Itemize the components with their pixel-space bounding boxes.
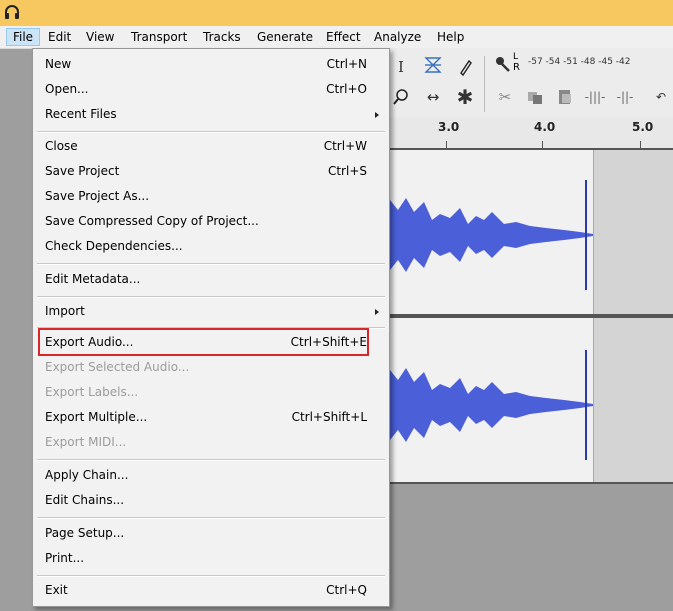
menu-item-save-compressed-copy[interactable]: Save Compressed Copy of Project... (33, 210, 389, 234)
menu-item-label: Import (45, 304, 85, 318)
cut-icon[interactable]: ✂ (494, 86, 516, 108)
menu-separator (37, 263, 385, 265)
zoom-tool-icon[interactable] (390, 86, 412, 108)
menu-item-apply-chain[interactable]: Apply Chain... (33, 464, 389, 488)
menu-item-page-setup[interactable]: Page Setup... (33, 522, 389, 546)
submenu-arrow-icon (375, 309, 379, 315)
menu-item-recent-files[interactable]: Recent Files (33, 103, 389, 127)
time-shift-tool-icon[interactable]: ↔ (422, 86, 444, 108)
menu-item-open[interactable]: Open... Ctrl+O (33, 78, 389, 102)
menu-separator (37, 517, 385, 519)
ruler-tick-label: 3.0 (438, 120, 460, 134)
menu-item-label: Check Dependencies... (45, 239, 183, 253)
menu-effect[interactable]: Effect (326, 29, 361, 45)
recording-meter-scale[interactable]: -57 -54 -51 -48 -45 -42 (528, 57, 631, 67)
menu-item-export-midi[interactable]: Export MIDI... (33, 431, 389, 455)
menu-separator (37, 575, 385, 577)
selection-tool-icon[interactable]: I (390, 56, 412, 78)
menu-item-save-project-as[interactable]: Save Project As... (33, 185, 389, 209)
menu-item-edit-chains[interactable]: Edit Chains... (33, 489, 389, 513)
silence-audio-icon[interactable]: -||- (614, 86, 636, 108)
menu-separator (37, 131, 385, 133)
menu-item-export-selected-audio[interactable]: Export Selected Audio... (33, 356, 389, 380)
envelope-tool-icon[interactable] (422, 54, 444, 76)
menu-transport[interactable]: Transport (131, 29, 187, 45)
menu-item-shortcut: Ctrl+O (326, 82, 367, 96)
menu-item-edit-metadata[interactable]: Edit Metadata... (33, 268, 389, 292)
menu-item-import[interactable]: Import (33, 300, 389, 324)
ruler-tick (640, 141, 641, 148)
menu-item-label: Export MIDI... (45, 435, 127, 449)
audacity-headphones-icon (5, 5, 19, 19)
trim-audio-icon[interactable]: -|||- (584, 86, 606, 108)
menu-item-export-labels[interactable]: Export Labels... (33, 381, 389, 405)
menu-view[interactable]: View (86, 29, 114, 45)
menu-item-shortcut: Ctrl+Shift+L (291, 410, 367, 424)
menu-item-label: Edit Chains... (45, 493, 125, 507)
menu-separator (37, 459, 385, 461)
microphone-icon[interactable] (492, 54, 514, 76)
audio-track-left[interactable] (380, 148, 673, 316)
ruler-tick-label: 4.0 (534, 120, 556, 134)
submenu-arrow-icon (375, 112, 379, 118)
menu-bar: File Edit View Transport Tracks Generate… (0, 26, 673, 49)
paste-icon[interactable] (554, 86, 576, 108)
menu-edit[interactable]: Edit (48, 29, 71, 45)
menu-item-label: New (45, 57, 72, 71)
multi-tool-icon[interactable]: ✱ (454, 86, 476, 108)
timeline-ruler[interactable]: 3.0 4.0 5.0 (380, 118, 673, 149)
ruler-tick (446, 141, 447, 148)
empty-track-area[interactable] (380, 484, 673, 611)
menu-item-label: Export Multiple... (45, 410, 148, 424)
audio-track-right[interactable] (380, 316, 673, 484)
menu-item-label: Exit (45, 583, 68, 597)
menu-item-export-multiple[interactable]: Export Multiple... Ctrl+Shift+L (33, 406, 389, 430)
toolbar-area: I ↔ ✱ L R -57 -54 -51 -48 -45 -42 ✂ -|||… (380, 48, 673, 119)
waveform (380, 350, 593, 460)
menu-item-label: Open... (45, 82, 89, 96)
menu-item-label: Save Project (45, 164, 120, 178)
menu-item-check-dependencies[interactable]: Check Dependencies... (33, 235, 389, 259)
ruler-tick (542, 141, 543, 148)
menu-item-label: Export Labels... (45, 385, 139, 399)
menu-item-shortcut: Ctrl+Q (326, 583, 367, 597)
menu-item-label: Close (45, 139, 78, 153)
menu-item-label: Export Selected Audio... (45, 360, 190, 374)
meter-channel-label: R (513, 62, 520, 73)
menu-item-label: Edit Metadata... (45, 272, 141, 286)
menu-help[interactable]: Help (437, 29, 464, 45)
copy-icon[interactable] (524, 86, 546, 108)
menu-item-label: Apply Chain... (45, 468, 129, 482)
menu-tracks[interactable]: Tracks (203, 29, 241, 45)
waveform (380, 180, 593, 290)
menu-item-print[interactable]: Print... (33, 547, 389, 571)
menu-item-new[interactable]: New Ctrl+N (33, 53, 389, 77)
menu-generate[interactable]: Generate (257, 29, 313, 45)
menu-separator (37, 296, 385, 298)
toolbar-divider (484, 56, 485, 112)
menu-item-label: Print... (45, 551, 85, 565)
file-menu-dropdown: New Ctrl+N Open... Ctrl+O Recent Files C… (32, 48, 390, 607)
menu-item-shortcut: Ctrl+N (326, 57, 367, 71)
menu-item-label: Save Compressed Copy of Project... (45, 214, 259, 228)
export-audio-highlight-box (38, 328, 369, 356)
menu-file[interactable]: File (6, 28, 40, 46)
menu-item-label: Recent Files (45, 107, 117, 121)
title-bar (0, 0, 673, 26)
menu-item-shortcut: Ctrl+W (323, 139, 367, 153)
menu-analyze[interactable]: Analyze (374, 29, 421, 45)
menu-item-save-project[interactable]: Save Project Ctrl+S (33, 160, 389, 184)
undo-icon[interactable]: ↶ (650, 86, 672, 108)
menu-item-label: Page Setup... (45, 526, 125, 540)
menu-item-exit[interactable]: Exit Ctrl+Q (33, 579, 389, 603)
menu-item-shortcut: Ctrl+S (327, 164, 367, 178)
meter-channel-left-label: L (513, 52, 519, 62)
ruler-tick-label: 5.0 (632, 120, 654, 134)
menu-item-close[interactable]: Close Ctrl+W (33, 135, 389, 159)
menu-item-label: Save Project As... (45, 189, 150, 203)
draw-tool-icon[interactable] (454, 56, 476, 78)
